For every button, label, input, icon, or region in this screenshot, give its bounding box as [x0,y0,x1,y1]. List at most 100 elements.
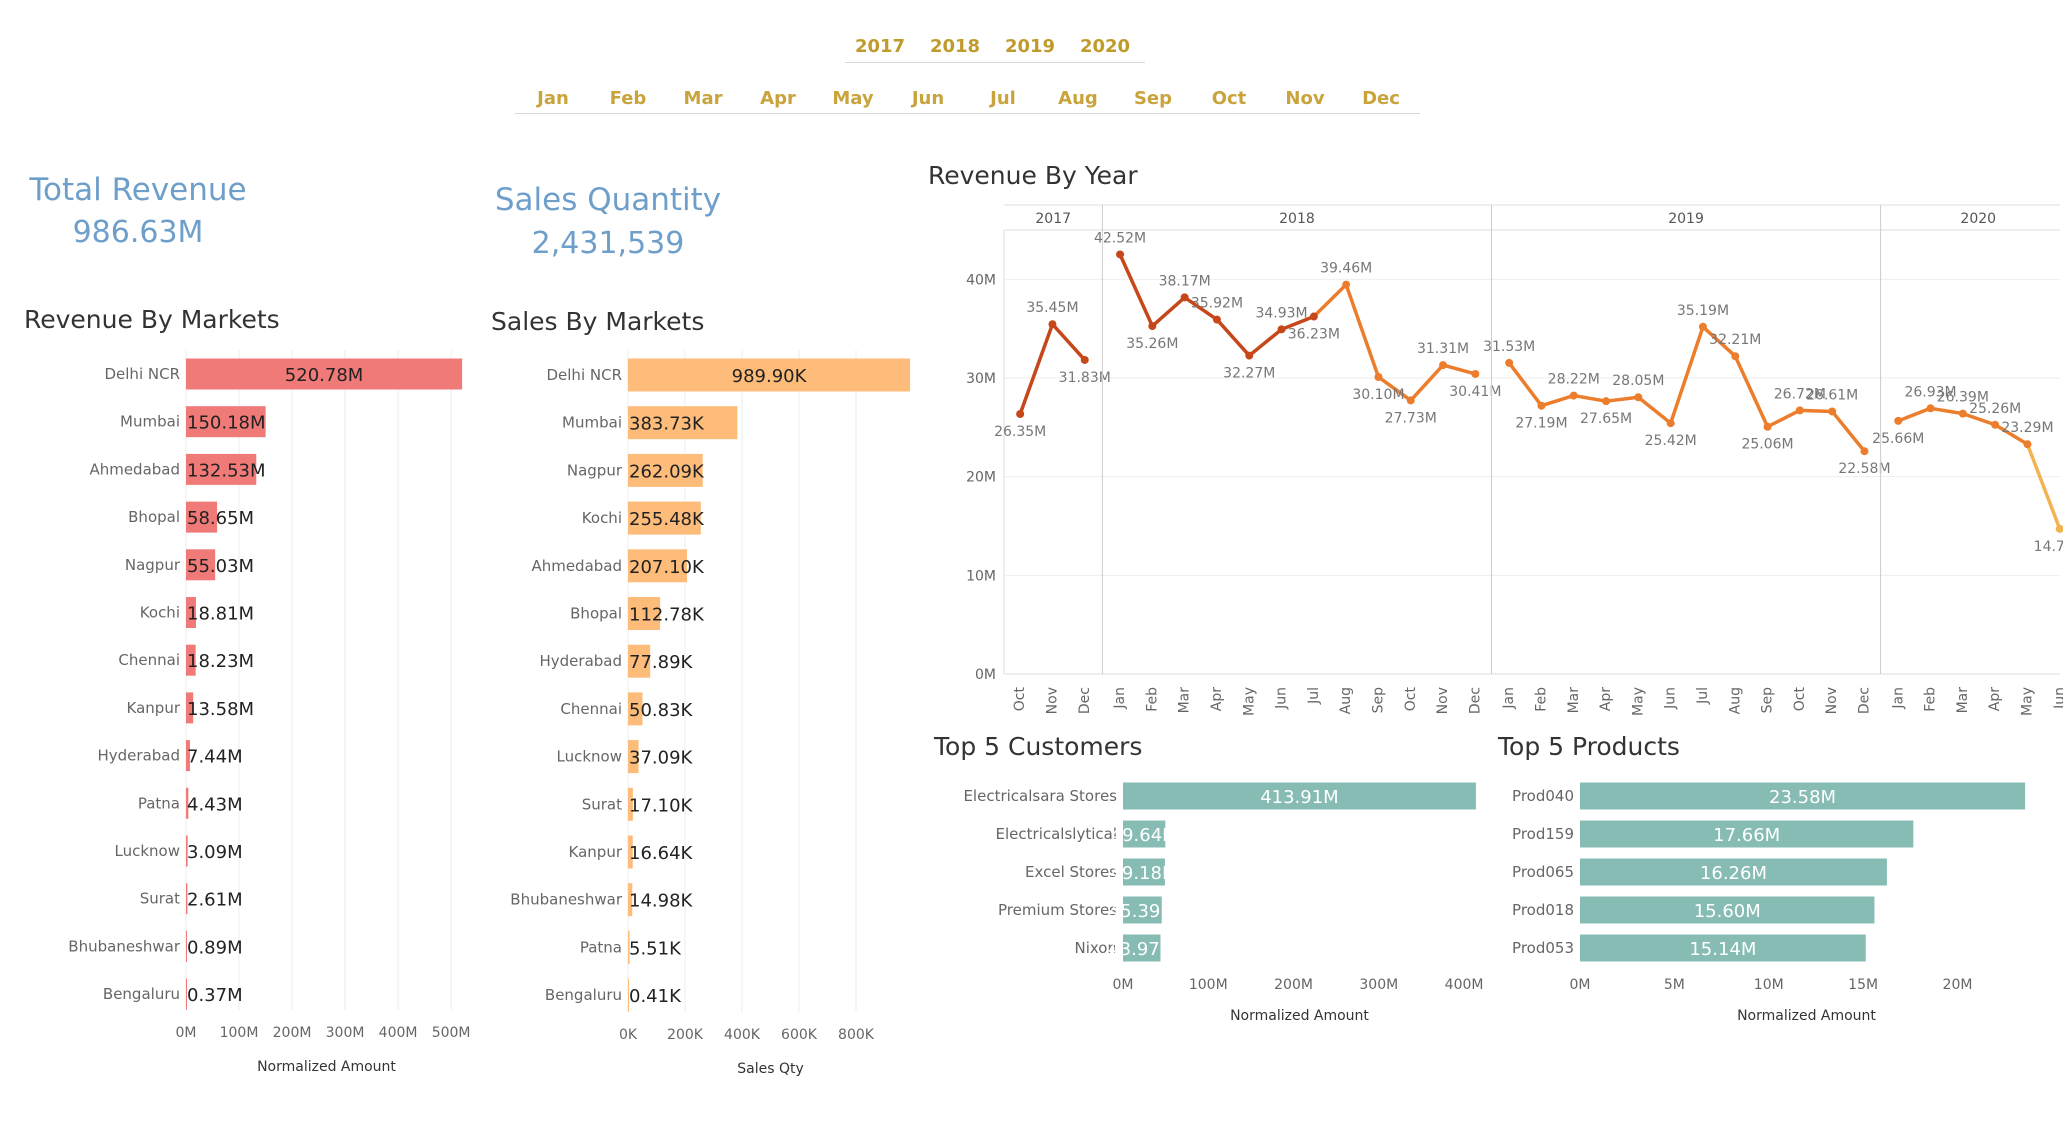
line-segment [1018,322,1055,416]
x-tick-label: Jan [1112,687,1128,710]
line-point [1048,320,1057,329]
data-label: 0.41K [629,986,682,1007]
sales-quantity-title: Sales Quantity [494,182,722,218]
x-tick-label: Jun [2052,687,2063,710]
month-filter-jan[interactable]: Jan [520,88,586,109]
line-segment [1409,363,1445,403]
line-segment [1765,408,1802,429]
x-tick-label: Aug [1338,687,1354,714]
data-label: 30.10M [1352,387,1404,403]
data-label: 18.23M [187,651,254,672]
data-label: 520.78M [285,365,364,386]
line-segment [1604,395,1641,403]
data-label: 31.83M [1059,370,1111,386]
x-tick-label: 0M [176,1025,197,1041]
data-label: 989.90K [732,366,808,387]
category-label: Patna [138,794,180,812]
data-label: 31.31M [1417,341,1469,357]
month-filter-apr[interactable]: Apr [745,88,811,109]
x-tick-label: 15M [1848,977,1878,993]
x-tick-label: Aug [1727,687,1743,714]
data-label: 58.65M [187,508,254,529]
x-tick-label: May [2019,687,2035,716]
x-tick-label: 20M [1943,977,1973,993]
data-label: 14.71M [2034,539,2063,555]
data-label: 262.09K [629,461,705,482]
data-label: 5.51K [629,938,682,959]
line-point [1016,410,1025,419]
category-label: Lucknow [115,842,181,860]
category-label: Kanpur [569,843,623,861]
data-label: 36.23M [1288,327,1340,343]
line-point [1180,293,1189,302]
category-label: Excel Stores [1025,863,1117,881]
month-filter-jun[interactable]: Jun [895,88,961,109]
year-filter-2017[interactable]: 2017 [845,36,915,57]
data-label: 4.43M [187,794,243,815]
category-label: Surat [582,795,622,813]
data-label: 13.58M [187,699,254,720]
category-label: Ahmedabad [531,557,622,575]
year-panel-label: 2017 [1035,211,1071,227]
month-filter-feb[interactable]: Feb [595,88,661,109]
data-label: 14.98K [629,891,694,912]
x-tick-label: Jan [1890,687,1906,710]
category-label: Prod053 [1512,939,1574,957]
category-label: Ahmedabad [89,460,180,478]
x-tick-label: Apr [1598,687,1614,711]
line-segment [1733,354,1770,429]
year-filter-2018[interactable]: 2018 [920,36,990,57]
month-filter-jul[interactable]: Jul [970,88,1036,109]
data-label: 3.09M [187,842,243,863]
line-segment [1050,322,1087,362]
month-filter-mar[interactable]: Mar [670,88,736,109]
revenue-by-year-title: Revenue By Year [928,161,1138,190]
data-label: 150.18M [187,413,266,434]
category-label: Bhopal [128,508,180,526]
line-point [1374,373,1383,382]
x-tick-label: Oct [1403,687,1419,712]
line-point [1828,407,1837,416]
category-label: Surat [140,890,180,908]
x-tick-label: Oct [1792,687,1808,712]
category-label: Chennai [118,651,180,669]
data-label: 34.93M [1255,305,1307,321]
data-label: 23.29M [2001,420,2053,436]
x-axis-title: Normalized Amount [257,1059,396,1075]
month-filter-nov[interactable]: Nov [1272,88,1338,109]
top5-customers-chart: Electricalsara Stores 413.91M Electricalsl… [963,782,1483,1024]
line-segment [1798,408,1834,414]
data-label: 55.03M [187,556,254,577]
category-label: Nagpur [567,461,623,479]
data-label: 25.42M [1645,433,1697,449]
data-label: 16.64K [629,843,694,864]
x-tick-label: 400K [724,1027,761,1043]
x-tick-label: 0M [1570,977,1591,993]
total-revenue-value: 986.63M [72,215,204,250]
category-label: Delhi NCR [104,365,180,383]
month-filter-oct[interactable]: Oct [1196,88,1262,109]
line-segment [1507,361,1544,408]
month-filter-aug[interactable]: Aug [1045,88,1111,109]
x-tick-label: 200M [273,1025,312,1041]
year-filter-2020[interactable]: 2020 [1070,36,1140,57]
data-label: 35.26M [1126,336,1178,352]
month-filter-dec[interactable]: Dec [1348,88,1414,109]
line-segment [1539,393,1576,408]
category-label: Kochi [582,509,622,527]
data-label: 18.81M [187,604,254,625]
x-tick-label: 0K [619,1027,638,1043]
line-point [1537,401,1546,410]
month-filter-may[interactable]: May [820,88,886,109]
month-filter-sep[interactable]: Sep [1120,88,1186,109]
x-tick-label: May [1241,687,1257,716]
x-tick-label: 100M [1189,977,1228,993]
x-tick-label: Nov [1824,687,1840,714]
line-point [1505,358,1514,367]
line-segment [1118,252,1155,328]
y-tick-label: 30M [966,371,996,387]
x-tick-label: 600K [781,1027,818,1043]
year-filter-2019[interactable]: 2019 [995,36,1065,57]
top5-products-title: Top 5 Products [1498,732,1680,761]
data-label: 15.60M [1694,901,1761,922]
